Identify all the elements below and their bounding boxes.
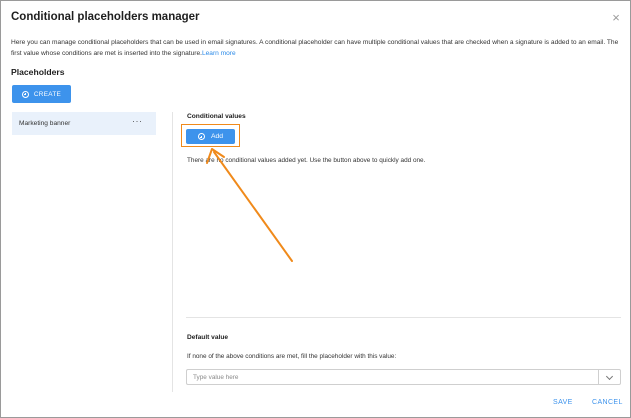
default-value-input[interactable]: [186, 369, 598, 385]
dialog-description: Here you can manage conditional placehol…: [11, 37, 621, 59]
placeholder-item-marketing-banner[interactable]: Marketing banner ···: [12, 112, 156, 135]
placeholder-item-label: Marketing banner: [19, 120, 71, 127]
default-value-heading: Default value: [187, 334, 229, 341]
create-button-label: CREATE: [33, 90, 62, 98]
default-value-dropdown-button[interactable]: [598, 369, 621, 385]
plus-circle-icon: [21, 90, 29, 98]
panel-divider: [172, 112, 173, 392]
plus-circle-icon: [197, 133, 205, 140]
more-horizontal-icon[interactable]: ···: [132, 116, 143, 126]
add-conditional-value-button[interactable]: Add: [186, 129, 235, 144]
add-button-label: Add: [210, 133, 224, 140]
cancel-button[interactable]: CANCEL: [592, 399, 623, 406]
save-button[interactable]: SAVE: [553, 399, 573, 406]
conditional-placeholders-dialog: Conditional placeholders manager × Here …: [0, 0, 631, 418]
default-value-description: If none of the above conditions are met,…: [187, 353, 397, 360]
dialog-title: Conditional placeholders manager: [11, 11, 200, 23]
chevron-down-icon: [605, 372, 614, 380]
placeholders-heading: Placeholders: [11, 67, 65, 77]
conditional-values-empty-message: There are no conditional values added ye…: [187, 157, 426, 164]
learn-more-link[interactable]: Learn more: [202, 50, 236, 57]
description-text: Here you can manage conditional placehol…: [11, 39, 619, 57]
close-icon[interactable]: ×: [610, 11, 622, 24]
conditional-values-heading: Conditional values: [187, 113, 246, 120]
create-button[interactable]: CREATE: [12, 85, 71, 103]
section-divider: [186, 317, 621, 318]
